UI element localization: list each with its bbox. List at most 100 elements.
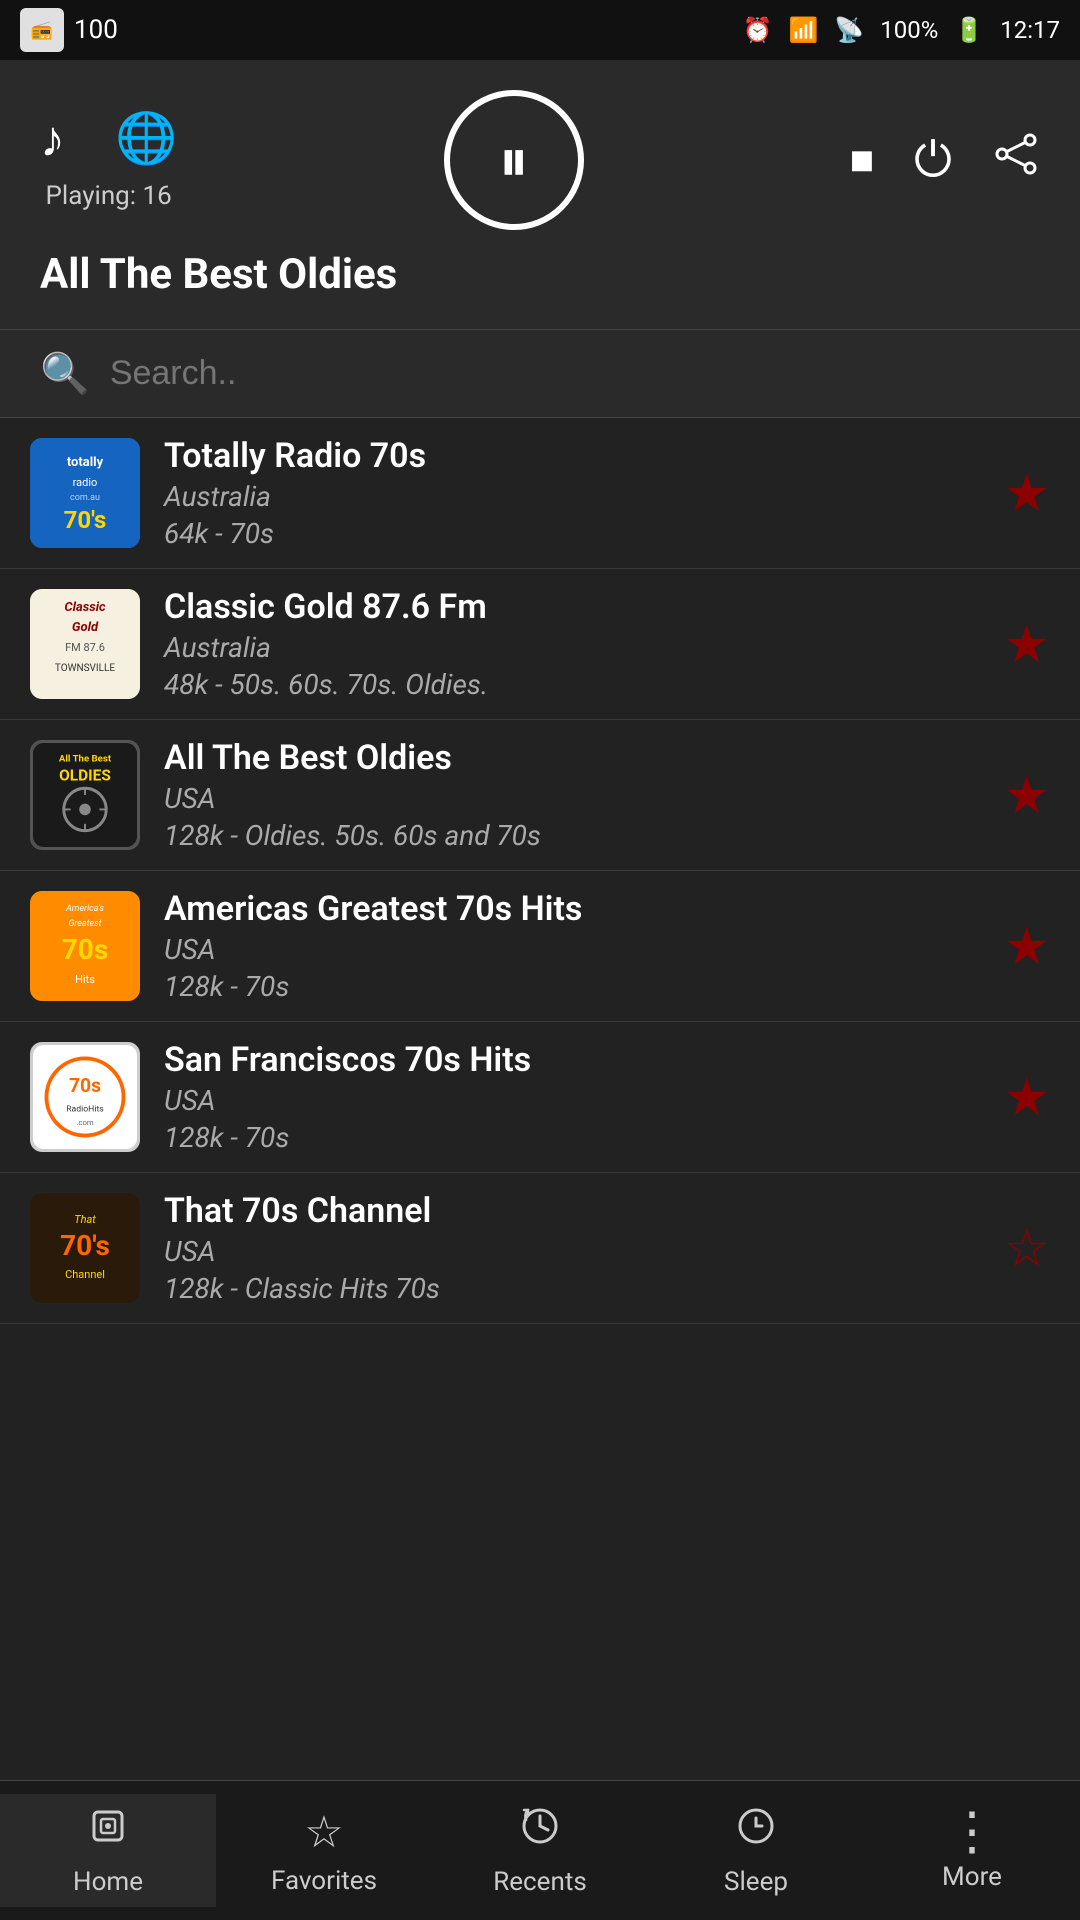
wifi-icon: 📶 [789, 16, 819, 44]
station-logo: All The Best OLDIES [30, 740, 140, 850]
svg-text:radio: radio [73, 476, 98, 489]
svg-text:70's: 70's [64, 506, 107, 534]
sleep-label: Sleep [724, 1867, 788, 1897]
nav-item-recents[interactable]: Recents [432, 1794, 648, 1907]
bottom-nav: Home ☆ Favorites Recents Sleep ⋮ More [0, 1780, 1080, 1920]
favorite-star[interactable]: ★ [1003, 463, 1050, 524]
stop-button[interactable]: ⏹ [850, 131, 874, 189]
globe-icon[interactable]: 🌐 [115, 110, 177, 169]
station-name: All The Best Oldies [164, 738, 979, 778]
station-country: USA [164, 782, 979, 815]
home-icon [86, 1804, 130, 1859]
station-country: Australia [164, 631, 979, 664]
favorite-star[interactable]: ☆ [1003, 1218, 1050, 1279]
status-count: 100 [74, 15, 118, 45]
station-info: That 70s Channel USA 128k - Classic Hits… [164, 1191, 979, 1305]
station-list: totally radio com.au 70's Totally Radio … [0, 418, 1080, 1838]
station-info: Classic Gold 87.6 Fm Australia 48k - 50s… [164, 587, 979, 701]
svg-text:70's: 70's [60, 1229, 110, 1262]
nav-item-favorites[interactable]: ☆ Favorites [216, 1796, 432, 1906]
station-info: Totally Radio 70s Australia 64k - 70s [164, 436, 979, 550]
search-input[interactable] [110, 354, 1040, 393]
app-icon: 📻 [20, 8, 64, 52]
recents-label: Recents [493, 1867, 587, 1897]
favorite-star[interactable]: ★ [1003, 916, 1050, 977]
station-country: USA [164, 1084, 979, 1117]
station-logo: Classic Gold FM 87.6 TOWNSVILLE [30, 589, 140, 699]
station-meta: 128k - 70s [164, 1121, 979, 1154]
pause-button[interactable]: ⏸ [444, 90, 584, 230]
table-row[interactable]: That 70's Channel That 70s Channel USA 1… [0, 1173, 1080, 1324]
favorite-star[interactable]: ★ [1003, 1067, 1050, 1128]
table-row[interactable]: 70s RadioHits .com San Franciscos 70s Hi… [0, 1022, 1080, 1173]
player-controls-row: ♪ 🌐 Playing: 16 ⏸ ⏹ ⏻ [40, 90, 1040, 230]
player-left-icons: ♪ 🌐 Playing: 16 [40, 110, 177, 211]
favorite-star[interactable]: ★ [1003, 765, 1050, 826]
table-row[interactable]: America's Greatest 70s Hits Americas Gre… [0, 871, 1080, 1022]
station-meta: 64k - 70s [164, 517, 979, 550]
battery-label: 100% [880, 16, 938, 44]
station-country: USA [164, 1235, 979, 1268]
more-icon: ⋮ [946, 1810, 998, 1854]
station-meta: 48k - 50s. 60s. 70s. Oldies. [164, 668, 979, 701]
nav-item-home[interactable]: Home [0, 1794, 216, 1907]
svg-text:Channel: Channel [65, 1268, 105, 1281]
svg-text:OLDIES: OLDIES [59, 767, 111, 785]
home-label: Home [73, 1867, 143, 1897]
sleep-icon [734, 1804, 778, 1859]
nav-item-sleep[interactable]: Sleep [648, 1794, 864, 1907]
station-info: Americas Greatest 70s Hits USA 128k - 70… [164, 889, 979, 1003]
favorites-label: Favorites [271, 1866, 377, 1896]
svg-text:Classic: Classic [64, 600, 106, 615]
alarm-icon: ⏰ [743, 16, 773, 44]
svg-text:TOWNSVILLE: TOWNSVILLE [55, 663, 116, 674]
search-icon: 🔍 [40, 350, 90, 397]
more-label: More [942, 1862, 1002, 1892]
station-country: USA [164, 933, 979, 966]
svg-text:70s: 70s [62, 933, 109, 966]
music-icon[interactable]: ♪ [40, 110, 65, 169]
table-row[interactable]: totally radio com.au 70's Totally Radio … [0, 418, 1080, 569]
station-meta: 128k - 70s [164, 970, 979, 1003]
svg-text:70s: 70s [69, 1074, 101, 1097]
time-label: 12:17 [1000, 16, 1060, 44]
svg-text:FM 87.6: FM 87.6 [65, 641, 105, 654]
station-info: All The Best Oldies USA 128k - Oldies. 5… [164, 738, 979, 852]
station-name: Classic Gold 87.6 Fm [164, 587, 979, 627]
share-button[interactable] [992, 130, 1040, 190]
station-meta: 128k - Classic Hits 70s [164, 1272, 979, 1305]
signal-icon: 📡 [834, 16, 864, 44]
player-area: ♪ 🌐 Playing: 16 ⏸ ⏹ ⏻ All The Best Oldie [0, 60, 1080, 329]
station-meta: 128k - Oldies. 50s. 60s and 70s [164, 819, 979, 852]
favorite-star[interactable]: ★ [1003, 614, 1050, 675]
playing-label: Playing: 16 [46, 181, 172, 211]
svg-text:totally: totally [67, 455, 104, 470]
now-playing-title: All The Best Oldies [40, 250, 1040, 299]
status-left: 📻 100 [20, 8, 118, 52]
recents-icon [518, 1804, 562, 1859]
pause-icon: ⏸ [499, 125, 529, 196]
svg-text:Hits: Hits [75, 973, 95, 986]
station-info: San Franciscos 70s Hits USA 128k - 70s [164, 1040, 979, 1154]
station-logo: America's Greatest 70s Hits [30, 891, 140, 1001]
svg-text:Greatest: Greatest [68, 919, 101, 929]
status-right: ⏰ 📶 📡 100% 🔋 12:17 [743, 16, 1060, 44]
table-row[interactable]: All The Best OLDIES All The Best Oldies … [0, 720, 1080, 871]
station-country: Australia [164, 480, 979, 513]
search-bar: 🔍 [0, 329, 1080, 418]
svg-text:.com: .com [76, 1118, 93, 1127]
favorites-icon: ☆ [304, 1806, 343, 1858]
nav-item-more[interactable]: ⋮ More [864, 1800, 1080, 1902]
table-row[interactable]: Classic Gold FM 87.6 TOWNSVILLE Classic … [0, 569, 1080, 720]
station-name: San Franciscos 70s Hits [164, 1040, 979, 1080]
svg-text:com.au: com.au [70, 493, 100, 503]
svg-text:Gold: Gold [72, 620, 99, 635]
svg-text:All The Best: All The Best [59, 753, 112, 764]
station-name: Americas Greatest 70s Hits [164, 889, 979, 929]
station-logo: 70s RadioHits .com [30, 1042, 140, 1152]
station-logo: totally radio com.au 70's [30, 438, 140, 548]
power-button[interactable]: ⏻ [914, 131, 952, 189]
station-name: Totally Radio 70s [164, 436, 979, 476]
svg-text:America's: America's [65, 904, 104, 914]
svg-text:RadioHits: RadioHits [66, 1104, 104, 1114]
